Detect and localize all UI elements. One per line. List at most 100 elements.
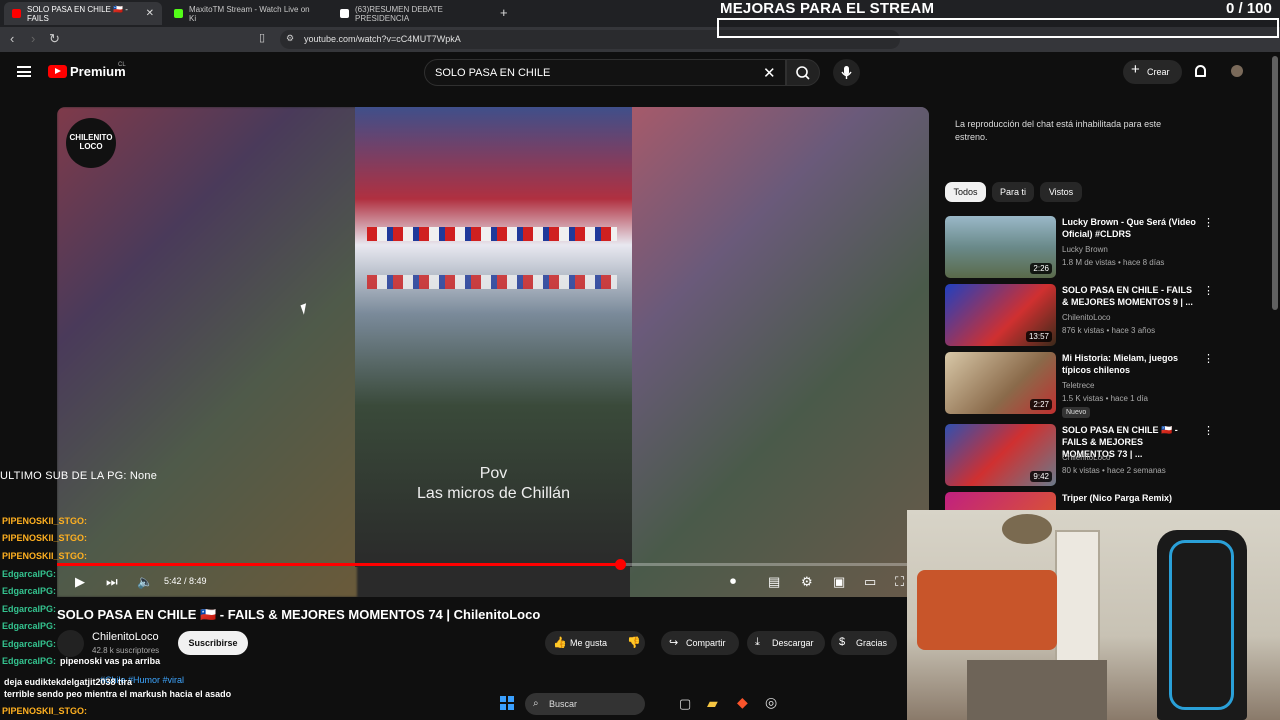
recommendation-title[interactable]: Triper (Nico Parga Remix) [1062,492,1197,504]
site-info-icon[interactable]: ⚙ [286,33,294,44]
settings-gear-icon[interactable]: ⚙ [801,574,813,590]
webcam-rug [967,660,1107,720]
search-input[interactable]: SOLO PASA EN CHILE [424,59,786,86]
fullscreen-icon[interactable]: ⛶ [895,574,904,590]
video-blur-left [57,107,357,597]
duration-badge: 2:26 [1030,263,1052,274]
more-options-icon[interactable]: ⋮ [1203,424,1214,437]
video-player[interactable]: Pov Las micros de Chillán CHILENITO LOCO… [57,107,929,597]
reload-icon[interactable]: ↻ [49,31,60,47]
tab-kick[interactable]: MaxitoTM Stream - Watch Live on Ki [166,2,326,25]
chat-line: EdgarcalPG: [2,639,56,649]
chat-line: EdgarcalPG: [2,621,56,631]
chat-line: EdgarcalPG: [2,604,56,614]
recommendation-thumbnail[interactable]: 2:26 [945,216,1056,278]
recommendation-item[interactable]: Triper (Nico Parga Remix) ⋮ [945,492,1205,510]
recommendation-channel[interactable]: Lucky Brown [1062,245,1108,254]
file-explorer-icon[interactable]: ▰ [707,695,718,712]
chip-para-ti[interactable]: Para ti [992,182,1034,202]
channel-avatar[interactable] [57,630,84,657]
tab-tiktok[interactable]: (63)RESUMEN DEBATE PRESIDENCIA [332,2,492,25]
kick-favicon-icon [174,9,183,18]
thumbs-up-icon: 👍 [553,637,567,649]
close-tab-icon[interactable]: ✕ [146,8,154,19]
last-sub-label: ULTIMO SUB DE LA PG: None [0,470,158,482]
progress-fill [57,563,621,566]
overlay-goal-title: MEJORAS PARA EL STREAM [720,0,935,17]
recommendation-thumbnail[interactable]: 9:42 [945,424,1056,486]
recommendation-item[interactable]: 13:57 SOLO PASA EN CHILE - FAILS & MEJORE… [945,284,1214,348]
chat-user: PIPENOSKII_STGO: [2,706,88,716]
recommendation-title[interactable]: SOLO PASA EN CHILE - FAILS & MEJORES MOM… [1062,284,1197,308]
voice-search-button[interactable] [833,59,860,86]
clear-search-icon[interactable]: ✕ [763,64,776,82]
subtitles-icon[interactable]: ▤ [768,574,780,590]
flag-bunting [367,275,617,289]
back-icon[interactable]: ‹ [10,31,14,46]
chat-user: PIPENOSKII_STGO: [2,533,88,543]
miniplayer-icon[interactable]: ▣ [833,574,845,590]
youtube-favicon-icon [12,9,21,18]
volume-icon[interactable]: 🔈 [137,574,153,590]
search-button[interactable] [786,59,820,86]
microphone-icon [841,66,852,79]
play-icon[interactable]: ▶ [75,574,85,590]
recommendation-thumbnail[interactable]: 2:27 [945,352,1056,414]
recommendation-thumbnail[interactable] [945,492,1056,510]
video-title: SOLO PASA EN CHILE 🇨🇱 - FAILS & MEJORES … [57,607,541,622]
windows-start-icon[interactable] [500,696,514,710]
recommendation-title[interactable]: Lucky Brown - Que Será (Video Oficial) #… [1062,216,1197,240]
more-options-icon[interactable]: ⋮ [1203,352,1214,365]
subscribe-button[interactable]: Suscribirse [178,631,248,655]
recommendation-channel[interactable]: ChilenitoLoco [1062,313,1110,322]
like-button[interactable]: Me gusta 👍 👎 [545,631,645,655]
next-icon[interactable]: ⏭ [106,574,118,590]
recommendation-channel[interactable]: Teletrece [1062,381,1094,390]
theater-mode-icon[interactable]: ▭ [864,574,876,590]
channel-name[interactable]: ChilenitoLoco [92,631,159,643]
taskbar-search[interactable]: Buscar [525,693,645,715]
bookmark-icon[interactable]: ▯ [259,31,265,44]
page-scrollbar[interactable] [1272,56,1278,310]
app-icon[interactable]: ◎ [765,694,777,711]
more-options-icon[interactable]: ⋮ [1203,492,1205,505]
recommendation-item[interactable]: 2:27 Mi Historia: Mielam, juegos típicos … [945,352,1214,424]
tab-youtube[interactable]: SOLO PASA EN CHILE 🇨🇱 - FAILS ✕ [4,2,162,25]
notifications-bell-icon[interactable] [1195,65,1206,77]
more-options-icon[interactable]: ⋮ [1203,216,1214,229]
chat-line: PIPENOSKII_STGO: [2,551,87,561]
chat-line: PIPENOSKII_STGO: [2,533,87,543]
recommendation-item[interactable]: 2:26 Lucky Brown - Que Será (Video Oficia… [945,216,1214,280]
thanks-button[interactable]: Gracias $ [831,631,897,655]
youtube-logo-icon[interactable] [48,65,67,78]
dislike-icon[interactable]: 👎 [627,636,641,649]
chip-todos[interactable]: Todos [945,182,986,202]
time-display: 5:42 / 8:49 [164,576,207,586]
tab-label: MaxitoTM Stream - Watch Live on Ki [189,4,310,23]
recommendation-channel[interactable]: ChilenitoLoco [1062,453,1110,462]
url-text: youtube.com/watch?v=cC4MUT7WpkA [304,34,461,44]
search-icon: ⌕ [533,698,539,709]
user-avatar[interactable] [1231,65,1243,77]
forward-icon[interactable]: › [31,31,35,46]
new-tab-button[interactable]: + [500,5,508,20]
share-button[interactable]: Compartir ↪ [661,631,739,655]
chat-line: EdgarcalPG: [2,586,56,596]
more-options-icon[interactable]: ⋮ [1203,284,1214,297]
recommendation-title[interactable]: Mi Historia: Mielam, juegos típicos chil… [1062,352,1197,376]
recommendation-thumbnail[interactable]: 13:57 [945,284,1056,346]
brave-browser-icon[interactable]: ◆ [737,694,748,711]
download-button[interactable]: Descargar ⤓ [747,631,825,655]
recommendation-item[interactable]: 9:42 SOLO PASA EN CHILE 🇨🇱 - FAILS & MEJO… [945,424,1214,488]
chip-vistos[interactable]: Vistos [1040,182,1082,202]
thanks-label: Gracias [856,638,888,648]
channel-watermark[interactable]: CHILENITO LOCO [66,118,116,168]
chat-line: EdgarcalPG: pipenoski vas pa arriba [2,656,160,666]
chat-user: EdgarcalPG: [2,586,57,596]
progress-bar[interactable] [57,559,929,570]
hamburger-menu-icon[interactable] [17,66,31,77]
task-view-icon[interactable]: ▢ [679,696,691,712]
share-icon: ↪ [669,637,679,649]
autoplay-toggle-icon[interactable]: ⏺ [730,574,736,589]
plus-icon: + [1131,61,1140,78]
